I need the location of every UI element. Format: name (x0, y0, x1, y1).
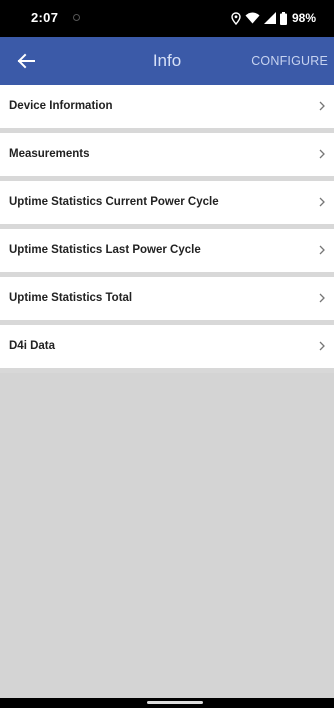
app-bar: Info CONFIGURE (0, 37, 334, 85)
list-item-label: Uptime Statistics Current Power Cycle (9, 196, 219, 208)
list-item-uptime-total[interactable]: Uptime Statistics Total (0, 277, 334, 325)
chevron-right-icon (319, 293, 325, 303)
list-item-uptime-last[interactable]: Uptime Statistics Last Power Cycle (0, 229, 334, 277)
notification-dot-icon (73, 14, 80, 21)
list-item-label: Uptime Statistics Last Power Cycle (9, 244, 201, 256)
chevron-right-icon (319, 197, 325, 207)
status-icons: 98% (231, 8, 316, 28)
wifi-icon (245, 12, 260, 24)
battery-percent: 98% (291, 11, 316, 25)
list-item-device-information[interactable]: Device Information (0, 85, 334, 133)
info-list: Device Information Measurements Uptime S… (0, 85, 334, 373)
status-time: 2:07 (31, 10, 59, 25)
battery-icon (279, 11, 287, 25)
list-item-label: Device Information (9, 100, 113, 112)
list-item-measurements[interactable]: Measurements (0, 133, 334, 181)
list-item-label: Uptime Statistics Total (9, 292, 133, 304)
chevron-right-icon (319, 149, 325, 159)
list-item-label: D4i Data (9, 340, 56, 352)
list-item-uptime-current[interactable]: Uptime Statistics Current Power Cycle (0, 181, 334, 229)
status-bar: 2:07 98% (0, 0, 334, 37)
chevron-right-icon (319, 101, 325, 111)
chevron-right-icon (319, 245, 325, 255)
location-icon (231, 11, 241, 25)
signal-icon (263, 12, 276, 24)
chevron-right-icon (319, 341, 325, 351)
configure-button[interactable]: CONFIGURE (251, 54, 328, 68)
home-gesture-handle[interactable] (147, 701, 203, 704)
list-item-d4i-data[interactable]: D4i Data (0, 325, 334, 373)
system-nav-bar (0, 698, 334, 708)
list-item-label: Measurements (9, 148, 90, 160)
